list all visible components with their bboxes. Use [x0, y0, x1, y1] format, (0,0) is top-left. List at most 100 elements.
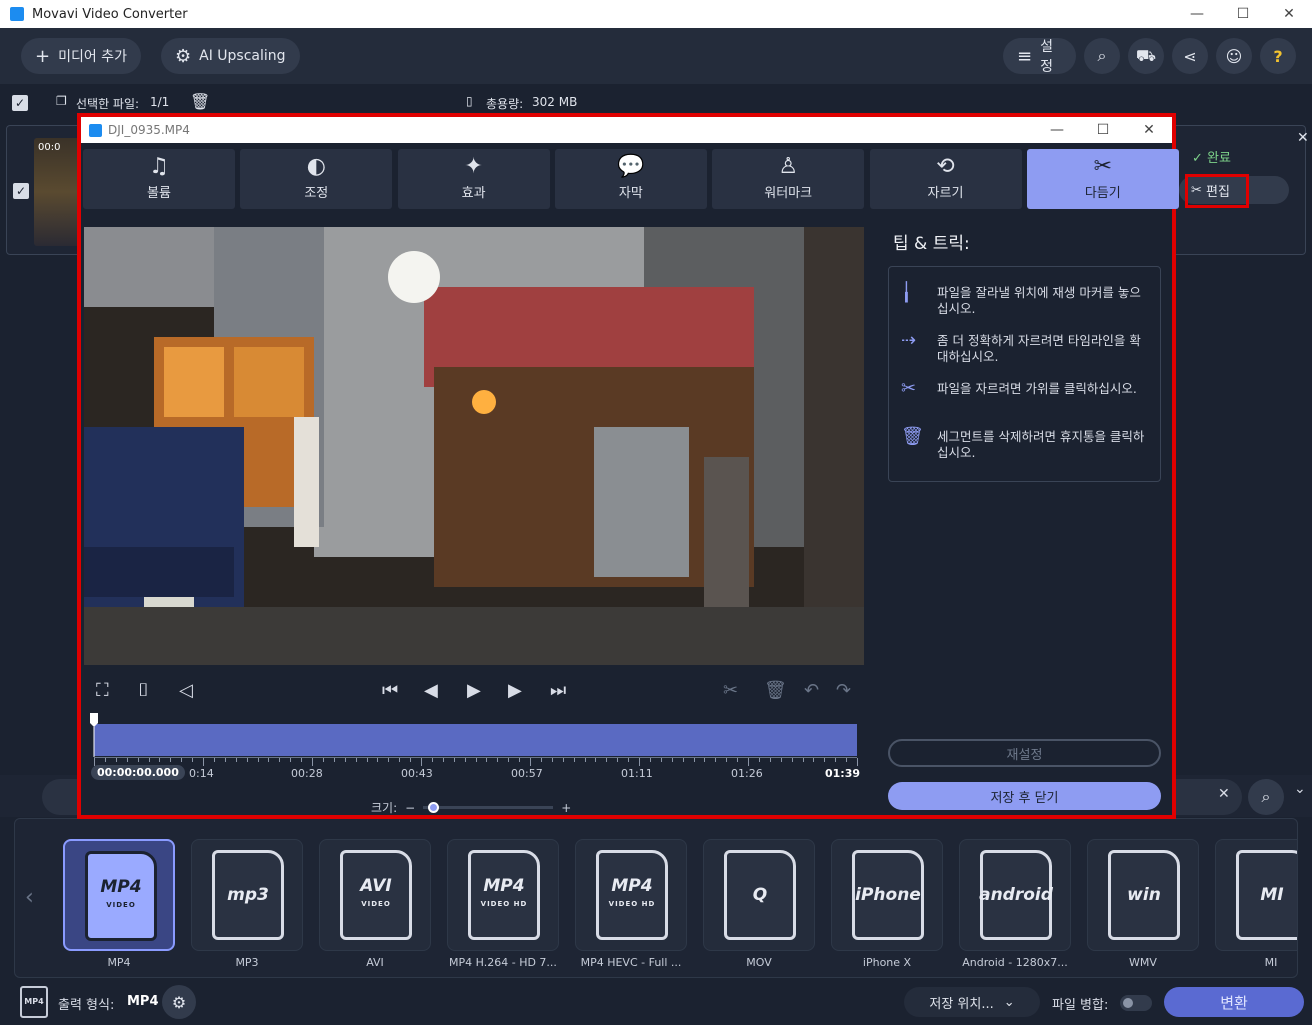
- ai-upscaling-button[interactable]: ⚙ AI Upscaling: [161, 38, 300, 74]
- search-icon[interactable]: ⌕: [1084, 38, 1120, 74]
- timeline-tick: [540, 758, 542, 762]
- save-location-button[interactable]: 저장 위치... ⌄: [904, 987, 1040, 1017]
- format-badge-stack: MP4 VIDEO HD: [481, 877, 528, 913]
- rotate-crop-icon: ⟲: [936, 154, 955, 179]
- clear-search-icon[interactable]: ✕: [1218, 786, 1230, 802]
- format-badge-text: MP4: [100, 877, 142, 897]
- select-all-checkbox[interactable]: ✓: [12, 95, 28, 111]
- playhead-marker[interactable]: [90, 713, 98, 757]
- undo-icon[interactable]: ↶: [804, 680, 819, 701]
- tab-label: 자막: [618, 186, 643, 201]
- close-window-button[interactable]: ✕: [1266, 6, 1312, 22]
- format-card-avi[interactable]: AVI VIDEO: [319, 839, 431, 951]
- reset-button[interactable]: 재설정: [888, 739, 1161, 767]
- tab-speech-bubble[interactable]: 💬 자막: [554, 149, 707, 209]
- help-icon[interactable]: ?: [1260, 38, 1296, 74]
- tab-scissors[interactable]: ✂ 다듬기: [1026, 149, 1179, 209]
- timeline-tick: [453, 758, 455, 762]
- timeline-tick: [780, 758, 782, 762]
- format-card-iphone-x[interactable]: iPhone: [831, 839, 943, 951]
- format-search-icon[interactable]: ⌕: [1248, 779, 1284, 815]
- format-card-android-1280x7[interactable]: android: [959, 839, 1071, 951]
- tab-label: 워터마크: [764, 186, 813, 201]
- timeline-label: 01:11: [621, 767, 653, 780]
- timeline-tick: [388, 758, 390, 762]
- editor-minimize-button[interactable]: —: [1034, 122, 1080, 138]
- remove-file-icon[interactable]: ✕: [1297, 130, 1309, 146]
- scissors-icon: ✂: [901, 378, 917, 399]
- timeline-tick: [617, 758, 619, 762]
- reset-label: 재설정: [1006, 747, 1043, 763]
- tips-panel: ╽ 파일을 잘라낼 위치에 재생 마커를 놓으십시오. ⇢ 좀 더 정확하게 자…: [888, 266, 1161, 482]
- redo-icon[interactable]: ↷: [836, 680, 851, 701]
- output-format-value[interactable]: MP4: [127, 994, 159, 1009]
- timeline-label: 00:28: [291, 767, 323, 780]
- fullscreen-icon[interactable]: ⛶: [96, 680, 109, 701]
- timeline-ticks: [94, 757, 858, 766]
- add-media-label: 미디어 추가: [58, 49, 127, 65]
- tab-rotate-crop[interactable]: ⟲ 자르기: [869, 149, 1022, 209]
- tab-music-note[interactable]: ♫ 볼륨: [83, 149, 235, 209]
- skip-to-end-icon[interactable]: ⏭: [550, 680, 566, 701]
- zoom-slider-knob[interactable]: [427, 802, 439, 813]
- format-card-mp4[interactable]: MP4 VIDEO: [63, 839, 175, 951]
- format-card-wmv[interactable]: win: [1087, 839, 1199, 951]
- play-icon[interactable]: ▶: [467, 680, 481, 701]
- delete-segment-icon[interactable]: 🗑: [764, 680, 787, 701]
- cart-icon[interactable]: ⛟: [1128, 38, 1164, 74]
- editor-close-button[interactable]: ✕: [1126, 122, 1172, 138]
- status-label: 완료: [1207, 151, 1231, 166]
- skip-to-start-icon[interactable]: ⏮: [382, 680, 398, 701]
- tip-item: 🗑 세그먼트를 삭제하려면 휴지통을 클릭하십시오.: [901, 428, 1151, 461]
- timeline-tick: [279, 758, 281, 762]
- zoom-out-icon[interactable]: −: [405, 801, 415, 815]
- output-format-icon: MP4: [20, 986, 48, 1018]
- chevron-left-icon[interactable]: ‹: [25, 885, 34, 910]
- zoom-slider[interactable]: [423, 802, 554, 813]
- save-and-close-button[interactable]: 저장 후 닫기: [888, 782, 1161, 810]
- zoom-in-icon[interactable]: +: [561, 801, 571, 815]
- previous-frame-icon[interactable]: ◀: [424, 680, 438, 701]
- trim-timeline-track[interactable]: [94, 724, 857, 756]
- timeline-tick: [475, 758, 477, 762]
- convert-button[interactable]: 변환: [1164, 987, 1304, 1017]
- settings-button[interactable]: ≡ 설정: [1003, 38, 1076, 75]
- user-icon[interactable]: ☺: [1216, 38, 1252, 74]
- tip-text: 파일을 잘라낼 위치에 재생 마커를 놓으십시오.: [937, 285, 1141, 316]
- delete-selected-icon[interactable]: 🗑: [190, 92, 210, 111]
- tab-stamp[interactable]: ♙ 워터마크: [712, 149, 865, 209]
- merge-files-toggle[interactable]: [1120, 995, 1152, 1011]
- editor-maximize-button[interactable]: ☐: [1080, 122, 1126, 138]
- format-label: iPhone X: [862, 956, 912, 969]
- tab-magic-wand[interactable]: ✦ 효과: [397, 149, 550, 209]
- timeline-tick: [126, 758, 128, 762]
- timeline-tick: [224, 758, 226, 762]
- files-icon: ❐: [56, 94, 67, 108]
- timeline-tick: [192, 758, 194, 762]
- timeline-tick: [737, 758, 739, 762]
- maximize-button[interactable]: ☐: [1220, 6, 1266, 22]
- collapse-chevron-icon[interactable]: ⌄: [1294, 781, 1306, 797]
- format-card-mp3[interactable]: mp3: [191, 839, 303, 951]
- output-settings-gear-icon[interactable]: ⚙: [162, 985, 196, 1019]
- snapshot-camera-icon[interactable]: ⌷: [138, 680, 149, 701]
- timeline-label: 01:26: [731, 767, 763, 780]
- timeline-tick: [366, 758, 368, 762]
- timeline-label: 00:43: [401, 767, 433, 780]
- format-card-mp4-hevc-full[interactable]: MP4 VIDEO HD: [575, 839, 687, 951]
- stamp-icon: ♙: [778, 154, 799, 179]
- file-checkbox[interactable]: ✓: [13, 183, 29, 199]
- volume-icon[interactable]: ◁: [179, 680, 193, 701]
- format-badge-subtext: VIDEO: [106, 901, 136, 909]
- merge-files-label: 파일 병합:: [1052, 998, 1109, 1013]
- share-icon[interactable]: ⋖: [1172, 38, 1208, 74]
- timeline-tick: [377, 758, 379, 762]
- next-frame-icon[interactable]: ▶: [508, 680, 522, 701]
- add-media-button[interactable]: + 미디어 추가: [21, 38, 141, 74]
- tab-contrast[interactable]: ◐ 조정: [240, 149, 393, 209]
- minimize-button[interactable]: —: [1174, 6, 1220, 22]
- format-card-mp4-h-264-hd-7[interactable]: MP4 VIDEO HD: [447, 839, 559, 951]
- format-card-mov[interactable]: Q: [703, 839, 815, 951]
- cut-scissors-icon[interactable]: ✂: [723, 680, 738, 701]
- format-card-mi[interactable]: MI: [1215, 839, 1297, 951]
